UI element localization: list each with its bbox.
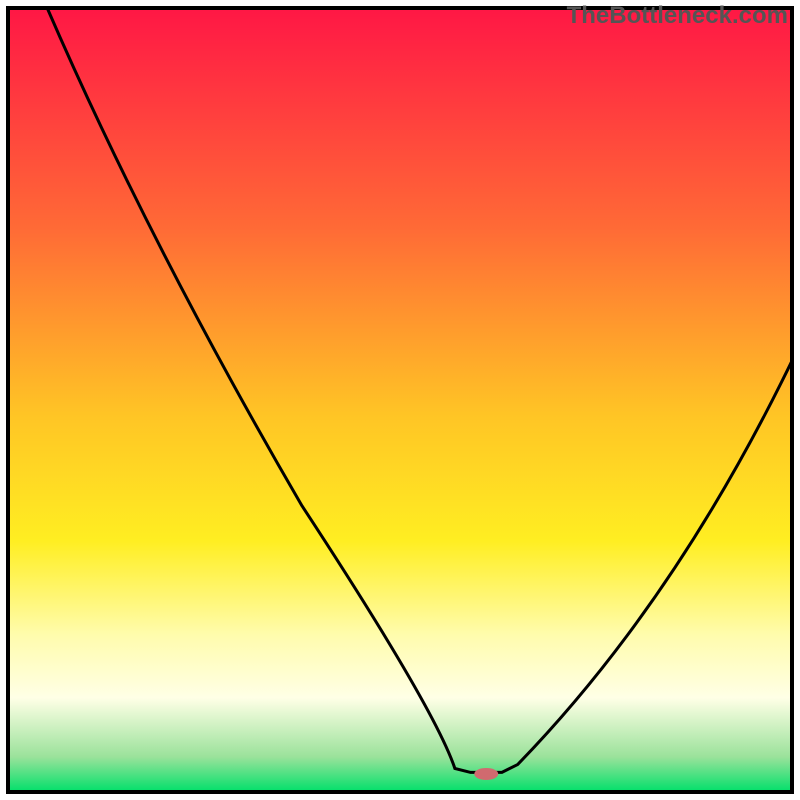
optimal-marker	[474, 768, 498, 780]
plot-svg	[0, 0, 800, 800]
gradient-background	[8, 8, 792, 792]
bottleneck-chart: TheBottleneck.com	[0, 0, 800, 800]
watermark-text: TheBottleneck.com	[567, 2, 788, 30]
plot-area	[8, 8, 792, 792]
